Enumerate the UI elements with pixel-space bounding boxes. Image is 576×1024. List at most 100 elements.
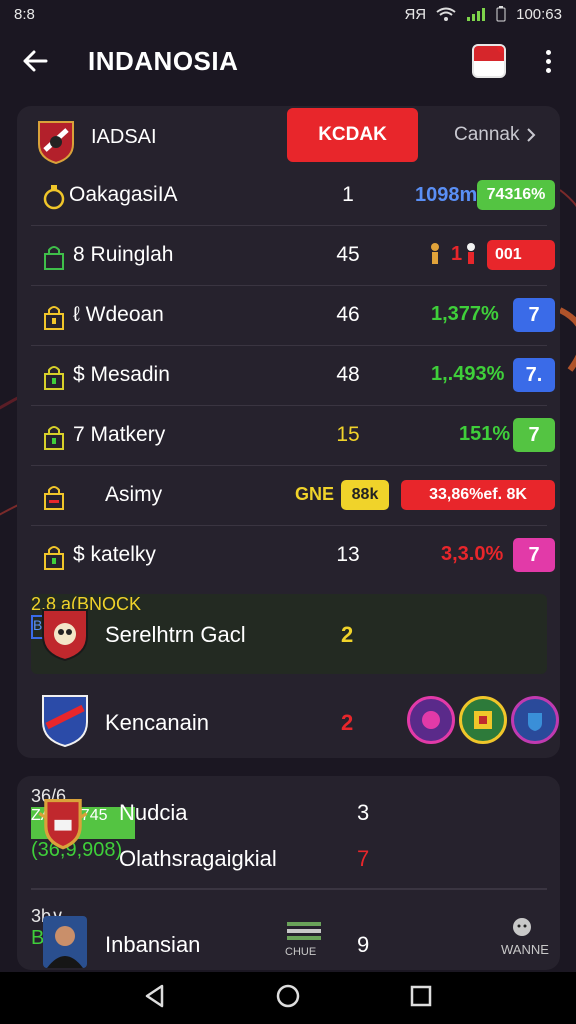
team-name: IADSAI	[91, 126, 157, 148]
wifi-icon	[436, 7, 456, 21]
status-time: 100:63	[516, 5, 562, 23]
row-prefix: $	[73, 363, 85, 386]
row-value: 1	[342, 183, 354, 206]
row-prefix: 7	[73, 423, 85, 446]
row-badge: 001	[487, 240, 555, 270]
card-header: IADSAI KCDAK Cannak	[17, 106, 560, 166]
status-left: 8:8	[14, 5, 35, 23]
page-title: INDANOSIA	[88, 45, 239, 76]
top-app-bar: INDANOSIA	[0, 28, 576, 94]
row-badge: 7.	[513, 358, 555, 392]
signal-icon	[467, 8, 486, 21]
row-wide-badge: 33,86%ef. 8K	[401, 480, 555, 510]
chevron-right-icon	[526, 128, 535, 142]
team-crest-icon	[38, 121, 74, 164]
status-icons: ЯЯ	[404, 5, 427, 23]
more-options-button[interactable]	[538, 44, 558, 78]
lock-icon	[44, 546, 64, 570]
list-item[interactable]: OakagasiIA 1 1098m 74316%	[31, 166, 555, 226]
arrow-left-icon	[23, 50, 48, 72]
row-stat: (36,9,908)	[31, 839, 123, 861]
team-crest-icon	[42, 695, 88, 748]
profile-icon	[513, 918, 531, 936]
row-label: $ katelky	[73, 543, 156, 567]
row-label-text: Wdeoan	[85, 303, 164, 326]
row-value: 2	[341, 622, 354, 647]
row-badge: 7	[513, 538, 555, 572]
notification-dot	[497, 46, 504, 53]
lock-icon	[44, 366, 64, 390]
list-item[interactable]: $ Mesadin 48 1,.493% 7.	[31, 346, 555, 406]
list-item[interactable]: Asimy GNE 88k 33,86%ef. 8K	[31, 466, 555, 526]
header-link-label: Cannak	[454, 124, 520, 145]
lock-icon	[44, 246, 64, 270]
row-prefix: 8	[73, 243, 85, 266]
row-stat: 1,377%	[431, 303, 499, 325]
header-link[interactable]: Cannak	[454, 124, 536, 146]
row-label: $ Mesadin	[73, 363, 170, 387]
team-crest-icon	[42, 609, 88, 662]
row-label: Olathsragaigkial	[119, 846, 277, 871]
lock-icon	[44, 426, 64, 450]
avatar	[43, 916, 87, 968]
primary-action-button[interactable]: KCDAK	[287, 108, 418, 162]
row-right-label: WANNE	[501, 942, 549, 957]
row-stat: 3,3.0%	[441, 543, 504, 565]
standings-card: IADSAI KCDAK Cannak OakagasiIA 1 1098m 7…	[17, 106, 560, 758]
row-value: 9	[357, 932, 370, 957]
row-value: 46	[336, 303, 360, 326]
nav-back-button[interactable]	[144, 984, 166, 1013]
row-prefix: ℓ	[73, 303, 80, 326]
row-prefix: $	[73, 543, 85, 566]
list-item[interactable]: ℓ Wdeoan 46 1,377% 7	[31, 286, 555, 346]
club-badge-icon	[511, 696, 559, 744]
back-button[interactable]	[18, 44, 52, 78]
list-item[interactable]: 8 Ruinglah 45 1 001	[31, 226, 555, 286]
row-badge: 74316%	[477, 180, 555, 210]
row-value: 7	[357, 846, 370, 871]
status-bar: 8:8 ЯЯ 100:63	[0, 0, 576, 28]
row-label: 7 Matkery	[73, 423, 165, 447]
row-label: Kencanain	[105, 710, 209, 735]
row-label: Inbansian	[105, 932, 201, 957]
row-stat: 1	[451, 243, 463, 265]
featured-team-row[interactable]: Serelhtrn Gacl 2 2.8 a(BNOCK B0	[31, 594, 547, 674]
row-label-text: Matkery	[90, 423, 166, 446]
nav-recents-button[interactable]	[410, 985, 432, 1012]
row-label: 8 Ruinglah	[73, 243, 173, 267]
row-value-badge: 88k	[341, 480, 389, 510]
square-recents-icon	[410, 985, 431, 1006]
row-stat: 36/6	[31, 786, 67, 806]
row-value: 15	[336, 423, 360, 446]
row-value: 2	[341, 710, 354, 735]
team-row[interactable]: Inbansian CHUE 9 3b∨ B WANNE	[31, 906, 549, 970]
circle-home-icon	[276, 984, 300, 1007]
lock-icon	[44, 486, 64, 510]
row-value: 45	[336, 243, 360, 266]
team-crest-icon	[38, 798, 88, 850]
club-badge-icon	[407, 696, 455, 744]
row-label-text: Ruinglah	[90, 243, 174, 266]
row-label-text: Mesadin	[90, 363, 170, 386]
row-stat: 151%	[459, 423, 511, 445]
mini-table-icon	[287, 922, 321, 940]
mini-chart-caption: CHUE	[285, 946, 317, 958]
row-value: 13	[336, 543, 360, 566]
row-stat: 1,.493%	[431, 363, 505, 385]
row-label: ℓ Wdeoan	[73, 303, 164, 327]
list-item[interactable]: $ katelky 13 3,3.0% 7	[31, 526, 555, 586]
row-badge: 7	[513, 418, 555, 452]
flag-button[interactable]	[472, 44, 506, 78]
row-value: 3	[357, 800, 370, 825]
team-row[interactable]: Nudcia 3 36/6 ZAN02745 Olathsragaigkial …	[31, 786, 547, 886]
featured-team-row[interactable]: Kencanain 2	[31, 682, 559, 762]
lock-icon	[44, 306, 64, 330]
row-label: Asimy	[105, 483, 163, 506]
upcoming-card: Nudcia 3 36/6 ZAN02745 Olathsragaigkial …	[17, 776, 560, 970]
row-label: OakagasiIA	[69, 183, 178, 206]
triangle-back-icon	[146, 984, 164, 1007]
battery-icon	[496, 6, 506, 22]
list-item[interactable]: 7 Matkery 15 151% 7	[31, 406, 555, 466]
row-label: Nudcia	[119, 800, 188, 825]
nav-home-button[interactable]	[275, 983, 301, 1014]
